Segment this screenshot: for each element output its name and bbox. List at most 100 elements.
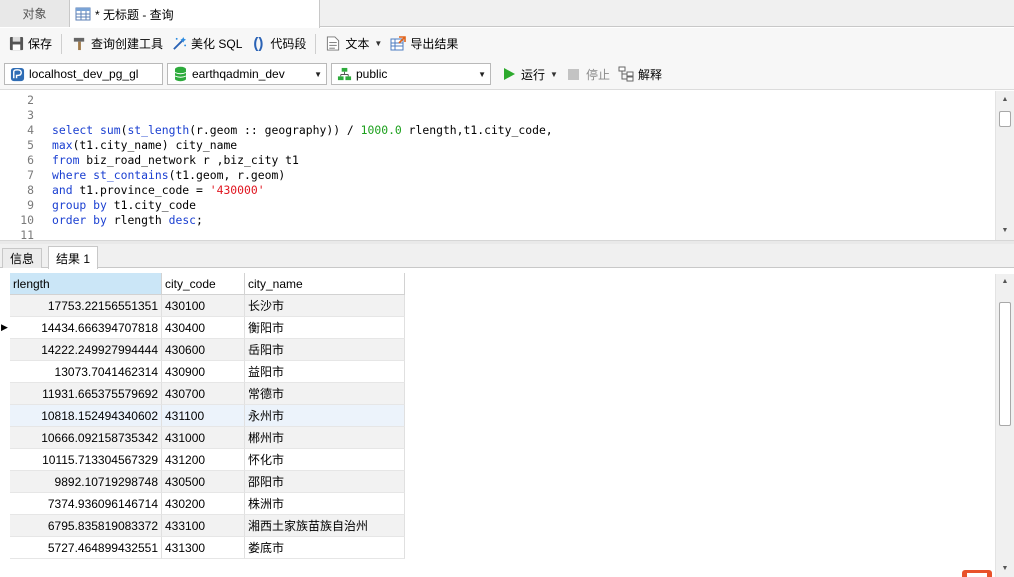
table-row[interactable]: 6795.835819083372 433100 湘西土家族苗族自治州 — [0, 515, 405, 537]
code-snippet-label: 代码段 — [270, 37, 307, 51]
column-header-city-name[interactable]: city_name — [245, 273, 405, 295]
cell-city-name[interactable]: 岳阳市 — [245, 339, 405, 361]
cell-rlength[interactable]: 10818.152494340602 — [10, 405, 162, 427]
table-row[interactable]: 10115.713304567329 431200 怀化市 — [0, 449, 405, 471]
query-builder-button[interactable]: 查询创建工具 — [67, 32, 167, 56]
schema-tree-icon — [336, 66, 352, 82]
code-line[interactable]: 5 max(t1.city_name) city_name — [0, 138, 995, 153]
table-row[interactable]: 9892.10719298748 430500 邵阳市 — [0, 471, 405, 493]
column-header-rlength[interactable]: rlength — [10, 273, 162, 295]
code-text: select sum(st_length(r.geom :: geography… — [52, 123, 553, 137]
code-snippet-button[interactable]: () 代码段 — [246, 32, 310, 56]
stop-label: 停止 — [585, 67, 610, 82]
cell-city-name[interactable]: 株洲市 — [245, 493, 405, 515]
table-row[interactable]: 11931.665375579692 430700 常德市 — [0, 383, 405, 405]
document-text-icon — [325, 36, 341, 52]
code-line[interactable]: 9 group by t1.city_code — [0, 198, 995, 213]
cell-city-code[interactable]: 431000 — [162, 427, 245, 449]
cell-city-name[interactable]: 长沙市 — [245, 295, 405, 317]
table-row[interactable]: 10818.152494340602 431100 永州市 — [0, 405, 405, 427]
cell-city-code[interactable]: 430400 — [162, 317, 245, 339]
cell-rlength[interactable]: 14434.666394707818 — [10, 317, 162, 339]
column-header-city-code[interactable]: city_code — [162, 273, 245, 295]
code-line[interactable]: 10 order by rlength desc; — [0, 213, 995, 228]
cell-city-name[interactable]: 常德市 — [245, 383, 405, 405]
cell-rlength[interactable]: 10115.713304567329 — [10, 449, 162, 471]
export-results-button[interactable]: 导出结果 — [386, 32, 462, 56]
code-line[interactable]: 3 — [0, 108, 995, 123]
code-line[interactable]: 8 and t1.province_code = '430000' — [0, 183, 995, 198]
beautify-sql-button[interactable]: 美化 SQL — [167, 32, 246, 56]
cell-city-code[interactable]: 431200 — [162, 449, 245, 471]
code-line[interactable]: 7 where st_contains(t1.geom, r.geom) — [0, 168, 995, 183]
cell-city-name[interactable]: 益阳市 — [245, 361, 405, 383]
scroll-up-icon[interactable]: ▲ — [996, 275, 1014, 289]
scroll-down-icon[interactable]: ▼ — [996, 562, 1014, 576]
cell-city-name[interactable]: 湘西土家族苗族自治州 — [245, 515, 405, 537]
table-row[interactable]: 14222.249927994444 430600 岳阳市 — [0, 339, 405, 361]
cell-rlength[interactable]: 13073.7041462314 — [10, 361, 162, 383]
cell-city-code[interactable]: 431100 — [162, 405, 245, 427]
cell-city-code[interactable]: 430600 — [162, 339, 245, 361]
tab-query[interactable]: * 无标题 - 查询 — [70, 0, 320, 28]
cell-rlength[interactable]: 5727.464899432551 — [10, 537, 162, 559]
run-label: 运行 — [521, 67, 546, 82]
explain-tree-icon — [618, 66, 634, 82]
table-row[interactable]: ▶ 14434.666394707818 430400 衡阳市 — [0, 317, 405, 339]
scroll-down-icon[interactable]: ▼ — [996, 224, 1014, 238]
table-row[interactable]: 5727.464899432551 431300 娄底市 — [0, 537, 405, 559]
explain-button[interactable]: 解释 — [614, 62, 666, 86]
code-line[interactable]: 2 — [0, 93, 995, 108]
editor-vertical-scrollbar[interactable]: ▲ ▼ — [995, 91, 1014, 240]
cell-city-name[interactable]: 怀化市 — [245, 449, 405, 471]
cell-rlength[interactable]: 7374.936096146714 — [10, 493, 162, 515]
grid-scroll-thumb[interactable] — [999, 302, 1011, 426]
cell-city-name[interactable]: 永州市 — [245, 405, 405, 427]
grid-header-row: rlength city_code city_name — [0, 273, 405, 295]
cell-city-name[interactable]: 衡阳市 — [245, 317, 405, 339]
cell-city-code[interactable]: 430100 — [162, 295, 245, 317]
cell-rlength[interactable]: 10666.092158735342 — [10, 427, 162, 449]
table-row[interactable]: 13073.7041462314 430900 益阳市 — [0, 361, 405, 383]
chevron-down-icon: ▼ — [374, 39, 383, 48]
document-tab-bar: 对象 * 无标题 - 查询 — [0, 0, 1014, 28]
table-row[interactable]: 10666.092158735342 431000 郴州市 — [0, 427, 405, 449]
cell-rlength[interactable]: 14222.249927994444 — [10, 339, 162, 361]
tab-result-1[interactable]: 结果 1 — [48, 246, 99, 269]
line-number: 3 — [27, 108, 34, 122]
cell-city-name[interactable]: 邵阳市 — [245, 471, 405, 493]
table-row[interactable]: 17753.22156551351 430100 长沙市 — [0, 295, 405, 317]
cell-city-code[interactable]: 431300 — [162, 537, 245, 559]
editor-scroll-thumb[interactable] — [999, 111, 1011, 127]
tab-objects[interactable]: 对象 — [0, 0, 70, 27]
cell-rlength[interactable]: 9892.10719298748 — [10, 471, 162, 493]
cell-city-code[interactable]: 433100 — [162, 515, 245, 537]
text-mode-dropdown[interactable]: 文本 ▼ — [321, 32, 386, 56]
code-line[interactable]: 11 — [0, 228, 995, 240]
cell-city-code[interactable]: 430900 — [162, 361, 245, 383]
cell-rlength[interactable]: 17753.22156551351 — [10, 295, 162, 317]
save-button[interactable]: 保存 — [4, 32, 56, 56]
table-row[interactable]: 7374.936096146714 430200 株洲市 — [0, 493, 405, 515]
run-button[interactable]: 运行 ▼ — [497, 62, 562, 86]
stop-button[interactable]: 停止 — [562, 62, 614, 86]
floppy-disk-icon — [8, 36, 24, 52]
sql-editor[interactable]: 2 3 4 select sum(st_length(r.geom :: geogra… — [0, 91, 1014, 240]
scroll-up-icon[interactable]: ▲ — [996, 93, 1014, 107]
cell-city-name[interactable]: 郴州市 — [245, 427, 405, 449]
line-number: 4 — [27, 123, 34, 137]
database-select[interactable]: earthqadmin_dev ▼ — [167, 63, 327, 85]
cell-city-code[interactable]: 430200 — [162, 493, 245, 515]
schema-select[interactable]: public ▼ — [331, 63, 491, 85]
cell-city-name[interactable]: 娄底市 — [245, 537, 405, 559]
tab-info[interactable]: 信息 — [2, 248, 43, 268]
cell-city-code[interactable]: 430500 — [162, 471, 245, 493]
code-line[interactable]: 6 from biz_road_network r ,biz_city t1 — [0, 153, 995, 168]
grid-vertical-scrollbar[interactable]: ▲ ▼ — [995, 274, 1014, 577]
code-line[interactable]: 4 select sum(st_length(r.geom :: geograph… — [0, 123, 995, 138]
connection-select[interactable]: localhost_dev_pg_gl — [4, 63, 163, 85]
cell-city-code[interactable]: 430700 — [162, 383, 245, 405]
cell-rlength[interactable]: 6795.835819083372 — [10, 515, 162, 537]
cell-rlength[interactable]: 11931.665375579692 — [10, 383, 162, 405]
line-number: 5 — [27, 138, 34, 152]
